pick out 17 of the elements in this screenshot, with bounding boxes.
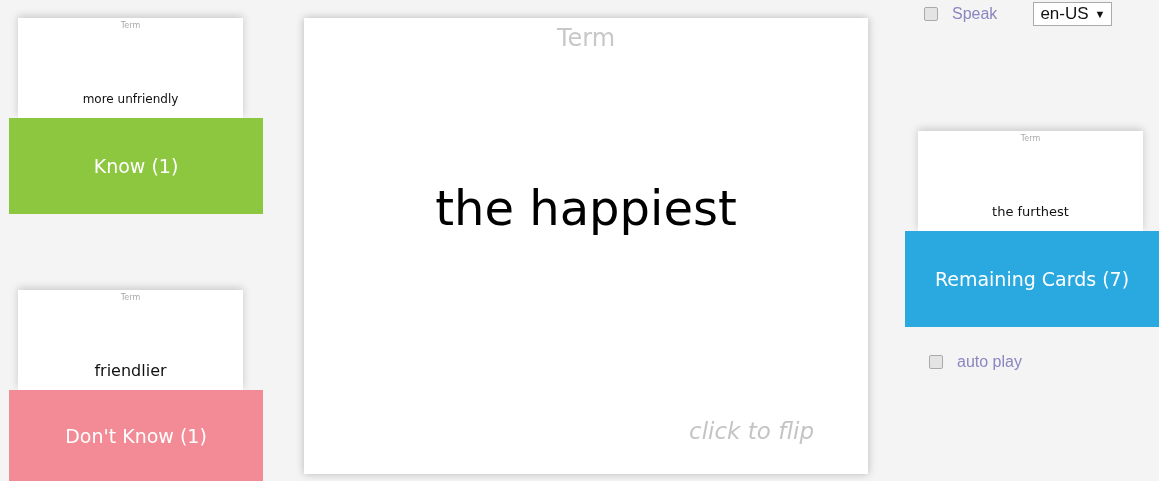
auto-play-label: auto play — [957, 353, 1022, 371]
card-label: Term — [120, 293, 141, 302]
card-label: Term — [1020, 134, 1041, 143]
pile-button[interactable]: Remaining Cards (7) — [905, 231, 1159, 327]
card-label: Term — [120, 21, 141, 30]
speak-label: Speak — [952, 5, 998, 23]
card-term: the furthest — [992, 204, 1069, 219]
caret-icon: ▼ — [1094, 8, 1106, 20]
card-term: the happiest — [435, 180, 737, 236]
card-term: friendlier — [94, 361, 167, 380]
pile-button[interactable]: Know (1) — [9, 118, 263, 214]
auto-play-checkbox[interactable] — [929, 355, 943, 369]
language-select[interactable]: en-US ▼ — [1033, 2, 1113, 26]
pile-button[interactable]: Don't Know (1) — [9, 390, 263, 481]
flip-hint: click to flip — [689, 418, 814, 444]
card-term: more unfriendly — [82, 92, 179, 106]
speak-checkbox[interactable] — [924, 7, 938, 21]
